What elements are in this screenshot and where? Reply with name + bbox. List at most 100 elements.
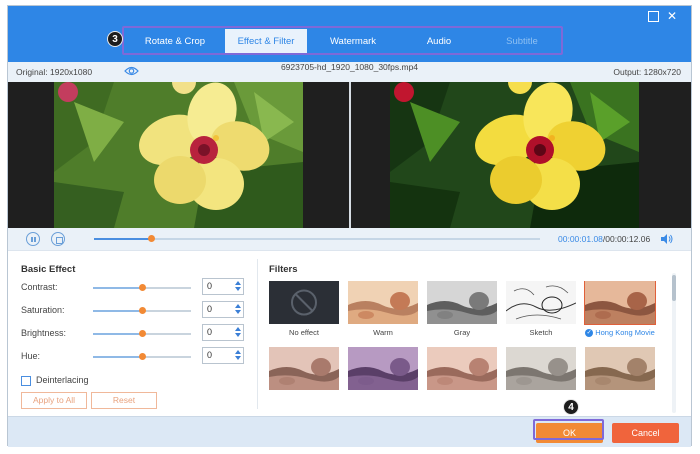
- contrast-stepper[interactable]: [234, 280, 241, 293]
- filter-thumbnail[interactable]: [585, 347, 655, 390]
- filter-thumbnail[interactable]: [427, 281, 497, 324]
- tab-rotate-crop[interactable]: Rotate & Crop: [125, 29, 225, 54]
- brightness-slider-handle[interactable]: [139, 330, 146, 337]
- filter-7[interactable]: [348, 347, 418, 390]
- deinterlacing-option[interactable]: Deinterlacing: [21, 375, 89, 389]
- apply-to-all-button[interactable]: Apply to All: [21, 392, 87, 409]
- brightness-value: 0: [207, 327, 213, 337]
- contrast-slider-fill: [93, 287, 142, 289]
- pause-button[interactable]: [26, 232, 40, 246]
- filter-thumbnail[interactable]: [506, 347, 576, 390]
- arrow-up-icon[interactable]: [234, 350, 241, 354]
- filter-thumbnail[interactable]: [584, 281, 656, 325]
- brightness-row: Brightness: 0: [21, 324, 246, 344]
- filter-6[interactable]: [269, 347, 339, 390]
- ok-button[interactable]: OK: [536, 423, 603, 443]
- contrast-slider[interactable]: [93, 284, 191, 291]
- panel-divider: [257, 259, 258, 409]
- original-preview: [54, 82, 303, 228]
- basic-effect-title: Basic Effect: [21, 264, 76, 275]
- filter-gray[interactable]: Gray: [427, 281, 497, 337]
- tab-watermark[interactable]: Watermark: [307, 29, 399, 54]
- saturation-label: Saturation:: [21, 305, 65, 315]
- arrow-up-icon[interactable]: [234, 304, 241, 308]
- filter-thumbnail[interactable]: [348, 281, 418, 324]
- scrollbar-thumb[interactable]: [672, 275, 676, 301]
- tab-audio[interactable]: Audio: [399, 29, 479, 54]
- filter-label: Sketch: [506, 328, 576, 337]
- filter-thumbnail[interactable]: [269, 347, 339, 390]
- deinterlacing-checkbox[interactable]: [21, 375, 31, 386]
- brightness-slider-fill: [93, 333, 142, 335]
- arrow-down-icon[interactable]: [234, 310, 241, 314]
- contrast-row: Contrast: 0: [21, 278, 246, 298]
- time-display: 00:00:01.08/00:00:12.06: [558, 234, 650, 244]
- filter-9[interactable]: [506, 347, 576, 390]
- deinterlacing-label: Deinterlacing: [36, 375, 89, 385]
- preview-divider: [349, 82, 351, 228]
- brightness-slider[interactable]: [93, 330, 191, 337]
- close-icon[interactable]: ✕: [666, 10, 678, 22]
- hue-slider-handle[interactable]: [139, 353, 146, 360]
- preview-area: [8, 82, 691, 228]
- arrow-down-icon[interactable]: [234, 287, 241, 291]
- filters-grid: No effect Warm Gray Sketch ✓ Hong Kong Movie: [269, 281, 664, 411]
- stop-button[interactable]: [51, 232, 65, 246]
- brightness-stepper[interactable]: [234, 326, 241, 339]
- contrast-input[interactable]: 0: [202, 278, 244, 295]
- contrast-slider-handle[interactable]: [139, 284, 146, 291]
- arrow-up-icon[interactable]: [234, 327, 241, 331]
- step-badge-ok: 4: [563, 399, 579, 415]
- filter-10[interactable]: [585, 347, 655, 390]
- step-badge-tabs: 3: [107, 31, 123, 47]
- hue-input[interactable]: 0: [202, 347, 244, 364]
- filter-8[interactable]: [427, 347, 497, 390]
- hue-slider[interactable]: [93, 353, 191, 360]
- timeline-progress: [94, 238, 152, 240]
- saturation-stepper[interactable]: [234, 303, 241, 316]
- saturation-slider-fill: [93, 310, 142, 312]
- hue-slider-fill: [93, 356, 142, 358]
- playback-timeline[interactable]: [94, 235, 540, 242]
- contrast-value: 0: [207, 281, 213, 291]
- filters-title: Filters: [269, 264, 298, 275]
- filter-thumbnail[interactable]: [269, 281, 339, 324]
- check-icon: ✓: [585, 329, 594, 338]
- file-name: 6923705-hd_1920_1080_30fps.mp4: [280, 62, 419, 72]
- hue-stepper[interactable]: [234, 349, 241, 362]
- tab-bar: Rotate & Crop Effect & Filter Watermark Aud…: [125, 29, 565, 54]
- maximize-icon[interactable]: [647, 10, 659, 22]
- saturation-slider[interactable]: [93, 307, 191, 314]
- hue-row: Hue: 0: [21, 347, 246, 367]
- filter-label: No effect: [269, 328, 339, 337]
- filter-thumbnail[interactable]: [506, 281, 576, 324]
- arrow-down-icon[interactable]: [234, 333, 241, 337]
- cancel-button[interactable]: Cancel: [612, 423, 679, 443]
- brightness-input[interactable]: 0: [202, 324, 244, 341]
- reset-button[interactable]: Reset: [91, 392, 157, 409]
- volume-icon[interactable]: [661, 234, 673, 244]
- saturation-input[interactable]: 0: [202, 301, 244, 318]
- filter-label: Gray: [427, 328, 497, 337]
- effect-panel: Basic Effect Contrast: 0 Saturation: 0 Brigh…: [8, 250, 691, 416]
- filter-name: Hong Kong Movie: [595, 328, 655, 337]
- tab-effect-filter[interactable]: Effect & Filter: [225, 29, 307, 54]
- timeline-handle[interactable]: [148, 235, 156, 242]
- filter-label: ✓ Hong Kong Movie: [585, 328, 655, 338]
- filter-thumbnail[interactable]: [427, 347, 497, 390]
- current-time: 00:00:01.08: [558, 234, 603, 244]
- filter-hong-kong-movie[interactable]: ✓ Hong Kong Movie: [584, 281, 656, 338]
- brightness-label: Brightness:: [21, 328, 67, 338]
- filter-no-effect[interactable]: No effect: [269, 281, 339, 337]
- saturation-row: Saturation: 0: [21, 301, 246, 321]
- contrast-label: Contrast:: [21, 282, 58, 292]
- effect-filter-window: ✕ Rotate & Crop Effect & Filter Watermark A…: [7, 5, 692, 447]
- tab-subtitle[interactable]: Subtitle: [479, 29, 565, 54]
- filter-warm[interactable]: Warm: [348, 281, 418, 337]
- filters-scrollbar[interactable]: [672, 273, 676, 413]
- arrow-up-icon[interactable]: [234, 281, 241, 285]
- filter-sketch[interactable]: Sketch: [506, 281, 576, 337]
- filter-thumbnail[interactable]: [348, 347, 418, 390]
- arrow-down-icon[interactable]: [234, 356, 241, 360]
- saturation-slider-handle[interactable]: [139, 307, 146, 314]
